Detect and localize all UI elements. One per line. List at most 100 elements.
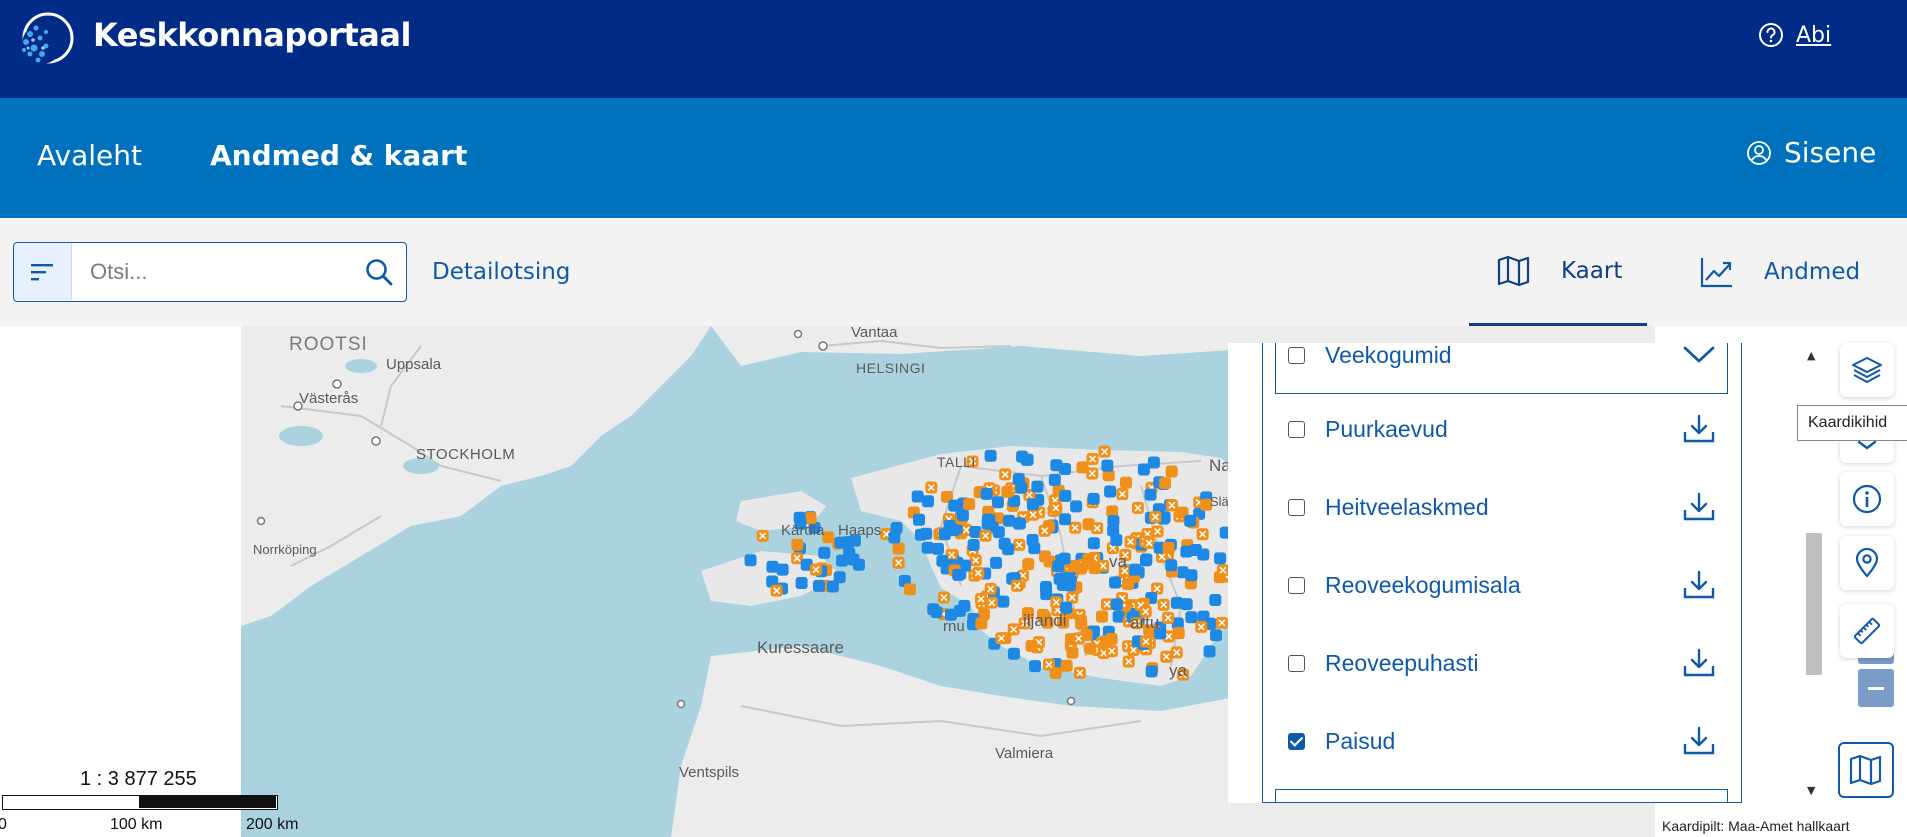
- layer-row-reoveekogumisala[interactable]: Reoveekogumisala: [1288, 565, 1728, 605]
- search-input[interactable]: [74, 243, 344, 300]
- well-marker[interactable]: [1020, 453, 1033, 466]
- layer-checkbox[interactable]: [1288, 346, 1305, 364]
- well-marker[interactable]: [943, 519, 956, 532]
- well-marker[interactable]: [1059, 513, 1072, 526]
- layer-checkbox[interactable]: [1288, 576, 1305, 594]
- well-marker[interactable]: [992, 526, 1005, 539]
- download-icon[interactable]: [1682, 568, 1716, 602]
- scroll-down-arrow-icon[interactable]: ▼: [1807, 784, 1815, 797]
- well-marker[interactable]: [744, 554, 757, 567]
- well-marker[interactable]: [1107, 514, 1120, 527]
- well-marker[interactable]: [1109, 576, 1122, 589]
- well-marker[interactable]: [812, 579, 825, 592]
- dam-marker[interactable]: [1060, 659, 1073, 672]
- well-marker[interactable]: [1214, 552, 1227, 565]
- well-marker[interactable]: [1050, 459, 1063, 472]
- well-marker[interactable]: [1210, 629, 1223, 642]
- tab-map[interactable]: Kaart: [1469, 218, 1647, 326]
- well-marker[interactable]: [956, 509, 969, 522]
- download-icon[interactable]: [1682, 646, 1716, 680]
- layer-checkbox[interactable]: [1288, 498, 1305, 516]
- layer-checkbox[interactable]: [1288, 420, 1305, 438]
- layer-row-heitveelaskmed[interactable]: Heitveelaskmed: [1288, 487, 1728, 527]
- well-marker[interactable]: [1087, 537, 1100, 550]
- well-marker[interactable]: [1180, 545, 1193, 558]
- dam-marker[interactable]: [1172, 627, 1185, 640]
- layer-row-veekogumid[interactable]: Veekogumid: [1288, 343, 1728, 375]
- dam-marker[interactable]: [975, 617, 988, 630]
- well-marker[interactable]: [1013, 517, 1026, 530]
- dam-marker[interactable]: [1122, 578, 1135, 591]
- well-marker[interactable]: [952, 568, 965, 581]
- dam-marker[interactable]: [1074, 614, 1087, 627]
- layer-row-puurkaevud[interactable]: Puurkaevud: [1288, 409, 1728, 449]
- well-marker[interactable]: [984, 449, 997, 462]
- dam-marker[interactable]: [1066, 646, 1079, 659]
- info-tool-button[interactable]: [1840, 472, 1894, 526]
- well-marker[interactable]: [913, 513, 926, 526]
- well-marker[interactable]: [1110, 533, 1123, 546]
- layer-row-reoveepuhasti[interactable]: Reoveepuhasti: [1288, 643, 1728, 683]
- well-marker[interactable]: [1209, 594, 1222, 607]
- well-marker[interactable]: [766, 560, 779, 573]
- well-marker[interactable]: [1087, 492, 1100, 505]
- well-marker[interactable]: [1059, 489, 1072, 502]
- dam-marker[interactable]: [1084, 642, 1097, 655]
- well-marker[interactable]: [981, 513, 994, 526]
- well-marker[interactable]: [991, 496, 1004, 509]
- well-marker[interactable]: [997, 595, 1010, 608]
- well-marker[interactable]: [921, 541, 934, 554]
- well-marker[interactable]: [1012, 473, 1025, 486]
- tab-data[interactable]: Andmed: [1700, 218, 1860, 326]
- layer-checkbox[interactable]: [1288, 654, 1305, 672]
- scrollbar-thumb[interactable]: [1806, 533, 1822, 675]
- well-marker[interactable]: [958, 599, 971, 612]
- brand-title[interactable]: Keskkonnaportaal: [93, 16, 411, 54]
- well-marker[interactable]: [1031, 480, 1044, 493]
- well-marker[interactable]: [1184, 514, 1197, 527]
- well-marker[interactable]: [1058, 552, 1071, 565]
- dam-marker[interactable]: [892, 542, 905, 555]
- well-marker[interactable]: [1203, 645, 1216, 658]
- zoom-out-button[interactable]: [1858, 669, 1894, 707]
- well-marker[interactable]: [911, 490, 924, 503]
- download-icon[interactable]: [1682, 412, 1716, 446]
- login-button[interactable]: Sisene: [1746, 136, 1876, 169]
- well-marker[interactable]: [836, 554, 849, 567]
- scroll-up-arrow-icon[interactable]: ▲: [1807, 349, 1815, 362]
- well-marker[interactable]: [1028, 542, 1041, 555]
- well-marker[interactable]: [826, 580, 839, 593]
- well-marker[interactable]: [818, 546, 831, 559]
- download-icon[interactable]: [1682, 490, 1716, 524]
- dam-marker[interactable]: [1095, 610, 1108, 623]
- chevron-down-icon[interactable]: [1682, 343, 1716, 372]
- basemap-switch-button[interactable]: [1838, 742, 1894, 798]
- well-marker[interactable]: [1185, 569, 1198, 582]
- well-marker[interactable]: [1145, 665, 1158, 678]
- well-marker[interactable]: [930, 606, 943, 619]
- well-marker[interactable]: [1070, 500, 1083, 513]
- well-marker[interactable]: [852, 558, 865, 571]
- well-marker[interactable]: [990, 556, 1003, 569]
- filter-button[interactable]: [14, 243, 72, 300]
- well-marker[interactable]: [967, 539, 980, 552]
- well-marker[interactable]: [931, 542, 944, 555]
- dam-marker[interactable]: [1001, 485, 1014, 498]
- well-marker[interactable]: [1197, 610, 1210, 623]
- well-marker[interactable]: [980, 487, 993, 500]
- well-marker[interactable]: [1112, 610, 1125, 623]
- layers-tool-button[interactable]: [1840, 343, 1894, 397]
- dam-marker[interactable]: [963, 498, 976, 511]
- dam-marker[interactable]: [1119, 476, 1132, 489]
- help-link[interactable]: Abi: [1758, 22, 1831, 48]
- well-marker[interactable]: [1185, 611, 1198, 624]
- location-tool-button[interactable]: [1840, 536, 1894, 590]
- well-marker[interactable]: [914, 528, 927, 541]
- dam-marker[interactable]: [1162, 541, 1175, 554]
- dam-marker[interactable]: [903, 583, 916, 596]
- well-marker[interactable]: [1170, 596, 1183, 609]
- well-marker[interactable]: [1129, 563, 1142, 576]
- dam-marker[interactable]: [1165, 465, 1178, 478]
- well-marker[interactable]: [1165, 559, 1178, 572]
- well-marker[interactable]: [1063, 579, 1076, 592]
